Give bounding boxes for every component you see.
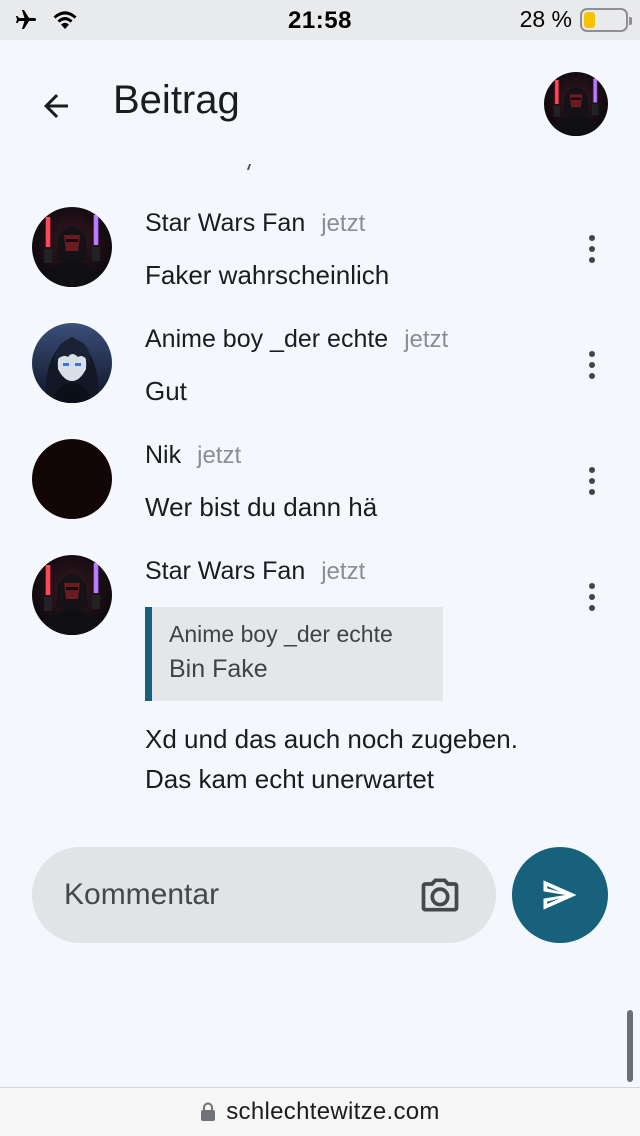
- more-vert-icon: [589, 351, 595, 357]
- send-icon: [543, 880, 577, 910]
- scrollbar-thumb[interactable]: [627, 1010, 633, 1082]
- comment-time: jetzt: [404, 326, 449, 353]
- comment-avatar[interactable]: [32, 439, 112, 519]
- comment-time: jetzt: [197, 442, 242, 469]
- user-avatar[interactable]: [544, 72, 608, 136]
- url-text: schlechtewitze.com: [226, 1098, 440, 1125]
- more-options-button[interactable]: [578, 579, 606, 615]
- app-bar: Beitrag: [0, 40, 640, 160]
- comment-text: Gut: [145, 376, 187, 406]
- quote-author: Anime boy _der echte: [169, 621, 393, 647]
- quoted-comment[interactable]: Anime boy _der echte Bin Fake: [145, 607, 443, 701]
- send-button[interactable]: [512, 847, 608, 943]
- battery-fill: [584, 11, 596, 28]
- battery-percent: 28 %: [519, 6, 572, 32]
- browser-url-bar[interactable]: schlechtewitze.com: [0, 1087, 640, 1136]
- camera-icon: [421, 878, 459, 912]
- comment-header: Anime boy _der echte jetzt: [145, 325, 448, 354]
- lock-icon: [201, 1102, 216, 1121]
- scroll-remnant: [246, 164, 254, 170]
- status-bar: 21:58 28 %: [0, 0, 640, 40]
- comment-text-line: Xd und das auch noch zugeben.: [145, 724, 518, 754]
- arrow-left-icon: [44, 94, 68, 118]
- comment-header: Star Wars Fan jetzt: [145, 557, 365, 586]
- comment-author[interactable]: Star Wars Fan: [145, 557, 305, 586]
- more-options-button[interactable]: [578, 231, 606, 267]
- comment-avatar[interactable]: [32, 323, 112, 403]
- more-vert-icon: [589, 467, 595, 473]
- comment-item: Nik jetzt Wer bist du dann hä: [0, 439, 640, 539]
- comment-item: Anime boy _der echte jetzt Gut: [0, 323, 640, 423]
- comment-input[interactable]: [64, 871, 394, 919]
- comment-author[interactable]: Nik: [145, 441, 181, 470]
- battery-icon: [580, 7, 632, 32]
- comment-avatar[interactable]: [32, 555, 112, 635]
- comment-text: Xd und das auch noch zugeben. Das kam ec…: [145, 719, 518, 799]
- more-options-button[interactable]: [578, 347, 606, 383]
- comment-text: Faker wahrscheinlich: [145, 260, 390, 290]
- status-right: 28 %: [519, 6, 632, 33]
- comment-author[interactable]: Star Wars Fan: [145, 209, 305, 238]
- more-vert-icon: [589, 583, 595, 589]
- page-title: Beitrag: [113, 78, 240, 122]
- quote-text: Bin Fake: [169, 655, 268, 683]
- comment-time: jetzt: [321, 558, 366, 585]
- more-vert-icon: [589, 235, 595, 241]
- comment-avatar[interactable]: [32, 207, 112, 287]
- comment-composer: [32, 847, 496, 943]
- comment-text-line: Das kam echt unerwartet: [145, 764, 435, 794]
- comment-header: Nik jetzt: [145, 441, 241, 470]
- comment-time: jetzt: [321, 210, 366, 237]
- comment-text: Wer bist du dann hä: [145, 492, 378, 522]
- comment-author[interactable]: Anime boy _der echte: [145, 325, 388, 354]
- comment-item: Star Wars Fan jetzt Anime boy _der echte…: [0, 555, 640, 805]
- camera-button[interactable]: [418, 873, 462, 917]
- comment-item: Star Wars Fan jetzt Faker wahrscheinlich: [0, 207, 640, 307]
- back-button[interactable]: [32, 82, 80, 130]
- comment-header: Star Wars Fan jetzt: [145, 209, 365, 238]
- more-options-button[interactable]: [578, 463, 606, 499]
